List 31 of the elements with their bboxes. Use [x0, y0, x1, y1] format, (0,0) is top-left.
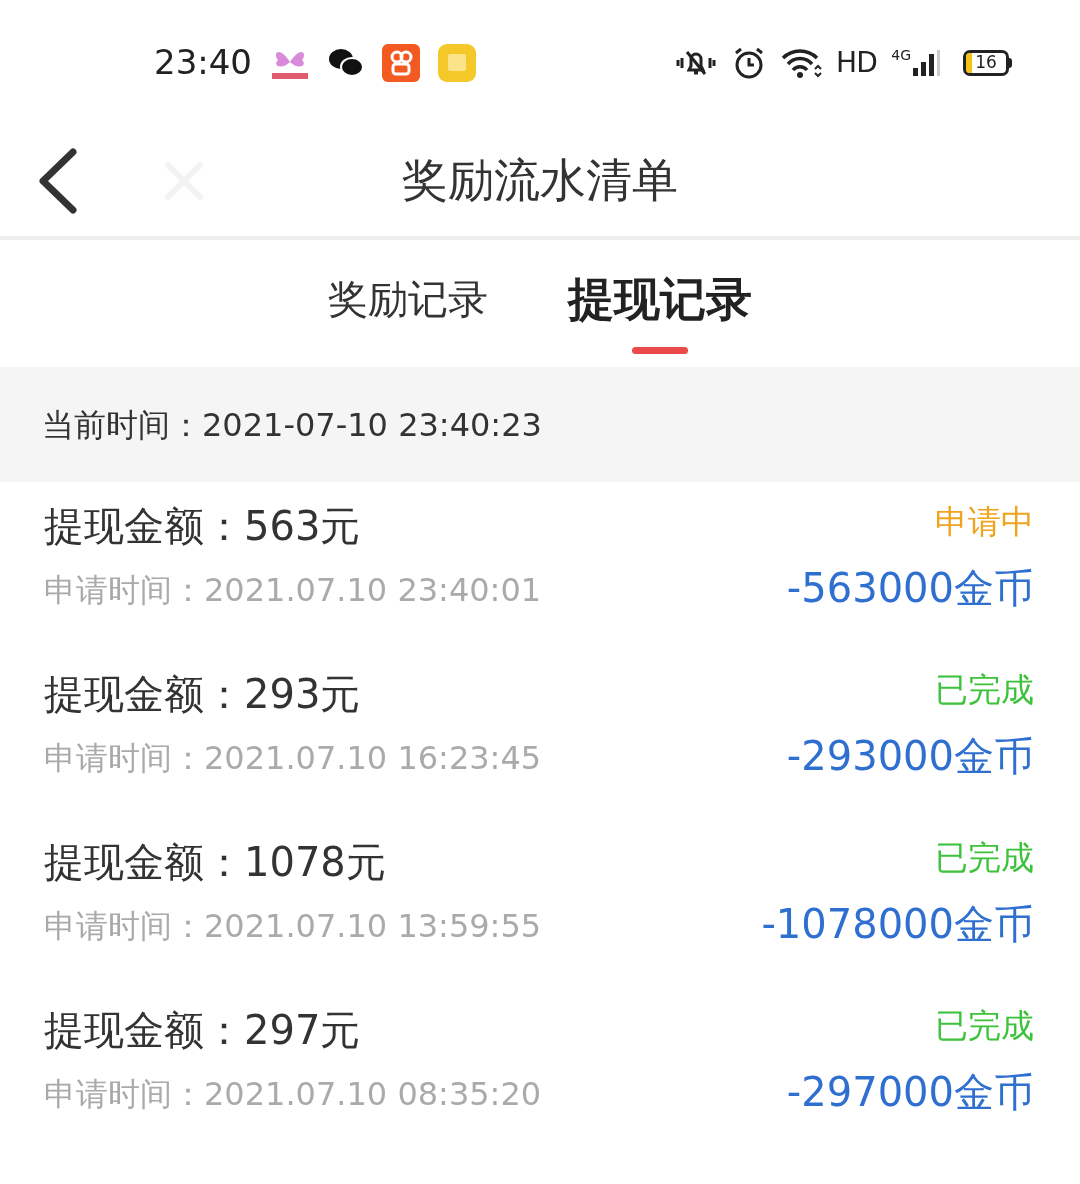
page-title: 奖励流水清单 — [402, 152, 678, 209]
apply-time-text: 申请时间：2021.07.10 23:40:01 — [44, 570, 542, 611]
wifi-icon — [780, 46, 822, 79]
amount-text: 提现金额：297元 — [44, 1006, 362, 1055]
back-icon — [37, 147, 77, 214]
status-text: 已完成 — [935, 669, 1034, 711]
amount-text: 提现金额：293元 — [44, 670, 362, 719]
amount-text: 提现金额：563元 — [44, 502, 362, 551]
current-time-text: 当前时间：2021-07-10 23:40:23 — [42, 404, 542, 446]
chat-app-icon — [328, 47, 364, 78]
apply-time-text: 申请时间：2021.07.10 13:59:55 — [44, 906, 542, 947]
status-text: 申请中 — [935, 501, 1034, 543]
coins-text: -1078000金币 — [761, 900, 1034, 949]
apply-time-text: 申请时间：2021.07.10 08:35:20 — [44, 1074, 542, 1115]
video-app-icon — [382, 43, 420, 82]
status-text: 已完成 — [935, 837, 1034, 879]
alarm-icon — [732, 45, 766, 80]
coins-text: -563000金币 — [786, 564, 1034, 613]
status-text: 已完成 — [935, 1005, 1034, 1047]
apply-time-text: 申请时间：2021.07.10 16:23:45 — [44, 738, 542, 779]
clock: 23:40 — [154, 41, 252, 84]
tab[interactable]: 奖励记录 — [328, 268, 488, 360]
coins-text: -297000金币 — [786, 1068, 1034, 1117]
notes-app-icon — [438, 43, 476, 82]
battery-icon: 16 — [963, 49, 1012, 76]
coins-text: -293000金币 — [786, 732, 1034, 781]
amount-text: 提现金额：1078元 — [44, 838, 387, 887]
network-label: HD — [836, 44, 878, 81]
tab[interactable]: 提现记录 — [568, 268, 752, 360]
network-type-label: 4G — [891, 47, 911, 62]
signal-icon — [913, 47, 941, 78]
